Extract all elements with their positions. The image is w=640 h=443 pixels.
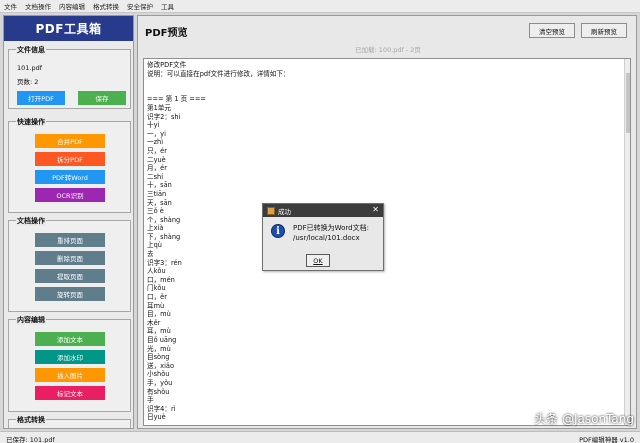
preview-line: 二yuè xyxy=(147,155,166,164)
split-pdf-button[interactable]: 拆分PDF xyxy=(35,152,105,166)
preview-line: 门kǒu xyxy=(147,284,166,293)
file-name: 101.pdf xyxy=(17,64,43,72)
format-group: 格式转换 xyxy=(8,415,131,428)
ocr-button[interactable]: OCR识别 xyxy=(35,188,105,202)
preview-panel: PDF预览 清空预览 刷新预览 已加载: 100.pdf - 2页 修改PDF文… xyxy=(137,15,637,429)
dialog-title: 成功 xyxy=(278,207,291,216)
refresh-preview-button[interactable]: 刷新预览 xyxy=(581,23,627,38)
add-text-button[interactable]: 添加文本 xyxy=(35,332,105,346)
preview-line: 手，yǒu xyxy=(147,378,173,387)
page-count: 页数: 2 xyxy=(17,78,39,86)
preview-line: 识字4：rì xyxy=(147,404,176,413)
watermark: 头条 @JasonTang xyxy=(534,412,634,426)
dialog-titlebar[interactable]: 成功 ✕ xyxy=(263,204,383,217)
menu-bar: 文件 文档操作 内容编辑 格式转换 安全保护 工具 xyxy=(0,0,640,13)
insert-image-button[interactable]: 插入图片 xyxy=(35,368,105,382)
preview-line: 只，ér xyxy=(147,146,167,155)
merge-pdf-button[interactable]: 合并PDF xyxy=(35,134,105,148)
add-watermark-button[interactable]: 添加水印 xyxy=(35,350,105,364)
open-pdf-button[interactable]: 打开PDF xyxy=(17,91,65,105)
preview-line: 耳，mù xyxy=(147,327,171,336)
rotate-pages-button[interactable]: 旋转页面 xyxy=(35,287,105,301)
extract-pages-button[interactable]: 提取页面 xyxy=(35,269,105,283)
preview-line: 日yuè xyxy=(147,413,166,422)
success-dialog: 成功 ✕ i PDF已转换为Word文档: /usr/local/101.doc… xyxy=(262,203,384,271)
preview-line: 耳mù xyxy=(147,301,165,310)
pdf-to-word-button[interactable]: PDF转Word xyxy=(35,170,105,184)
ok-button[interactable]: OK xyxy=(306,254,330,267)
preview-line: 识字2：shi xyxy=(147,112,181,121)
preview-line: 木ěr xyxy=(147,318,161,327)
preview-line: 有shǒu xyxy=(147,387,170,396)
dialog-message: PDF已转换为Word文档: /usr/local/101.docx xyxy=(293,223,369,243)
file-info-label: 文件信息 xyxy=(16,45,46,55)
clear-preview-button[interactable]: 清空预览 xyxy=(529,23,575,38)
mark-text-button[interactable]: 标记文本 xyxy=(35,386,105,400)
format-label: 格式转换 xyxy=(16,415,46,425)
sidebar: PDF工具箱 文件信息 101.pdf 页数: 2 打开PDF 保存 快速操作 … xyxy=(3,15,134,429)
preview-line: 三tiān xyxy=(147,189,167,198)
preview-line: 说明：可以直接在pdf文件进行修改，详情如下： xyxy=(147,69,290,78)
menu-format-convert[interactable]: 格式转换 xyxy=(93,1,119,11)
status-right: PDF编辑神器 v1.0 xyxy=(579,436,634,443)
preview-line: 第1单元 xyxy=(147,103,171,112)
vertical-scrollbar[interactable] xyxy=(624,59,630,425)
content-edit-group: 内容编辑 添加文本 添加水印 插入图片 标记文本 xyxy=(8,315,131,412)
quick-ops-group: 快速操作 合并PDF 拆分PDF PDF转Word OCR识别 xyxy=(8,117,131,213)
preview-line: 一zhì xyxy=(147,138,164,147)
scrollbar-thumb[interactable] xyxy=(626,73,630,133)
content-edit-label: 内容编辑 xyxy=(16,315,46,325)
loaded-status: 已加载: 100.pdf - 2页 xyxy=(355,46,421,54)
file-info-group: 文件信息 101.pdf 页数: 2 打开PDF 保存 xyxy=(8,45,131,109)
preview-line: 手 xyxy=(147,396,154,405)
preview-text-area[interactable]: 修改PDF文件 说明：可以直接在pdf文件进行修改，详情如下： === 第 1 页 … xyxy=(143,58,631,426)
info-icon: i xyxy=(271,224,285,238)
preview-line: 一，yi xyxy=(147,129,166,138)
preview-line: 目sònɡ xyxy=(147,353,170,362)
save-button[interactable]: 保存 xyxy=(78,91,126,105)
menu-security[interactable]: 安全保护 xyxy=(127,1,153,11)
preview-line: 口，ěr xyxy=(147,293,167,302)
preview-line: 十，sān xyxy=(147,181,172,190)
dialog-message-line2: /usr/local/101.docx xyxy=(293,234,360,242)
preview-line xyxy=(147,78,290,87)
close-icon[interactable]: ✕ xyxy=(372,205,379,214)
doc-ops-group: 文档操作 重排页面 删除页面 提取页面 旋转页面 xyxy=(8,216,131,312)
page-title: PDF预览 xyxy=(145,28,188,39)
status-bar: 已保存: 101.pdf PDF编辑神器 v1.0 xyxy=(0,431,640,443)
menu-content-edit[interactable]: 内容编辑 xyxy=(59,1,85,11)
preview-line: 修改PDF文件 xyxy=(147,61,187,69)
delete-pages-button[interactable]: 删除页面 xyxy=(35,251,105,265)
menu-document-ops[interactable]: 文档操作 xyxy=(25,1,51,11)
preview-line: 目ǒ uānɡ xyxy=(147,336,177,344)
quick-ops-label: 快速操作 xyxy=(16,117,46,127)
preview-line: 目，mù xyxy=(147,310,171,319)
status-left: 已保存: 101.pdf xyxy=(6,436,55,443)
sidebar-title: PDF工具箱 xyxy=(4,16,133,41)
dialog-message-line1: PDF已转换为Word文档: xyxy=(293,224,369,232)
preview-line: 月，ér xyxy=(147,164,167,173)
doc-ops-label: 文档操作 xyxy=(16,216,46,226)
reorder-pages-button[interactable]: 重排页面 xyxy=(35,233,105,247)
preview-line: 口，mén xyxy=(147,275,175,284)
menu-file[interactable]: 文件 xyxy=(4,1,17,11)
menu-tools[interactable]: 工具 xyxy=(161,1,174,11)
preview-line: 光，mù xyxy=(147,344,171,353)
app-icon xyxy=(267,206,275,215)
preview-line: 十yi xyxy=(147,121,160,130)
preview-line: === 第 1 页 === xyxy=(147,95,206,104)
preview-line: 小shǒu xyxy=(147,370,170,379)
